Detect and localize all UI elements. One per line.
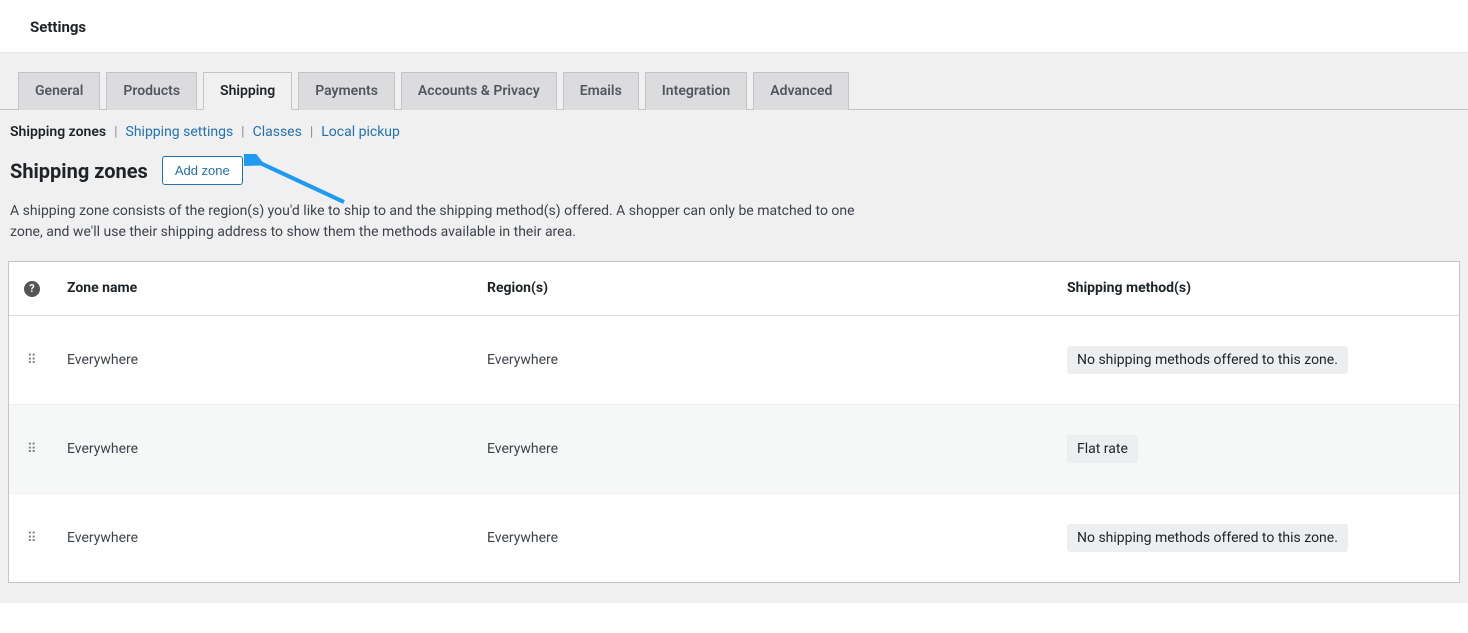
zone-name-cell[interactable]: Everywhere [55,315,475,404]
zone-method-cell: No shipping methods offered to this zone… [1055,493,1459,582]
zone-name-cell[interactable]: Everywhere [55,493,475,582]
col-header-zone-name: Zone name [55,262,475,315]
page-title: Settings [30,18,1438,36]
table-header-row: ? Zone name Region(s) Shipping method(s) [9,262,1459,315]
tab-integration[interactable]: Integration [645,72,747,110]
zone-method-cell: No shipping methods offered to this zone… [1055,315,1459,404]
section-heading: Shipping zones [10,159,148,183]
subtab-classes[interactable]: Classes [253,124,302,140]
tab-shipping[interactable]: Shipping [203,72,292,110]
tab-payments[interactable]: Payments [298,72,395,110]
section-description: A shipping zone consists of the region(s… [0,193,880,261]
subtab-shipping-zones[interactable]: Shipping zones [10,124,106,140]
zone-region-cell: Everywhere [475,404,1055,493]
col-header-methods: Shipping method(s) [1055,262,1459,315]
shipping-subtabs: Shipping zones | Shipping settings | Cla… [0,110,1468,152]
tab-emails[interactable]: Emails [563,72,639,110]
method-pill: No shipping methods offered to this zone… [1067,346,1348,374]
settings-tabs: General Products Shipping Payments Accou… [0,53,1468,110]
tab-accounts-privacy[interactable]: Accounts & Privacy [401,72,557,110]
subtab-shipping-settings[interactable]: Shipping settings [126,124,234,140]
subtab-separator: | [310,124,313,140]
add-zone-button[interactable]: Add zone [162,156,243,185]
drag-cell: ⠿ [9,315,55,404]
settings-content: General Products Shipping Payments Accou… [0,52,1468,603]
subtab-separator: | [114,124,117,140]
subtab-local-pickup[interactable]: Local pickup [321,124,400,140]
drag-cell: ⠿ [9,404,55,493]
tab-advanced[interactable]: Advanced [753,72,849,110]
help-icon[interactable]: ? [24,281,40,297]
col-header-help: ? [9,262,55,315]
table-row: ⠿ Everywhere Everywhere No shipping meth… [9,493,1459,582]
col-header-regions: Region(s) [475,262,1055,315]
tab-general[interactable]: General [18,72,100,110]
table-row: ⠿ Everywhere Everywhere No shipping meth… [9,315,1459,404]
method-pill: Flat rate [1067,435,1138,463]
zone-region-cell: Everywhere [475,315,1055,404]
drag-handle-icon[interactable]: ⠿ [27,357,37,364]
zone-region-cell: Everywhere [475,493,1055,582]
drag-handle-icon[interactable]: ⠿ [27,446,37,453]
drag-handle-icon[interactable]: ⠿ [27,535,37,542]
heading-row: Shipping zones Add zone [0,152,1468,193]
zone-method-cell: Flat rate [1055,404,1459,493]
subtab-separator: | [241,124,244,140]
top-bar: Settings [0,0,1468,52]
table-row: ⠿ Everywhere Everywhere Flat rate [9,404,1459,493]
zone-name-cell[interactable]: Everywhere [55,404,475,493]
tab-products[interactable]: Products [106,72,197,110]
zones-table: ? Zone name Region(s) Shipping method(s)… [9,262,1459,582]
zones-table-wrap: ? Zone name Region(s) Shipping method(s)… [8,261,1460,583]
method-pill: No shipping methods offered to this zone… [1067,524,1348,552]
drag-cell: ⠿ [9,493,55,582]
